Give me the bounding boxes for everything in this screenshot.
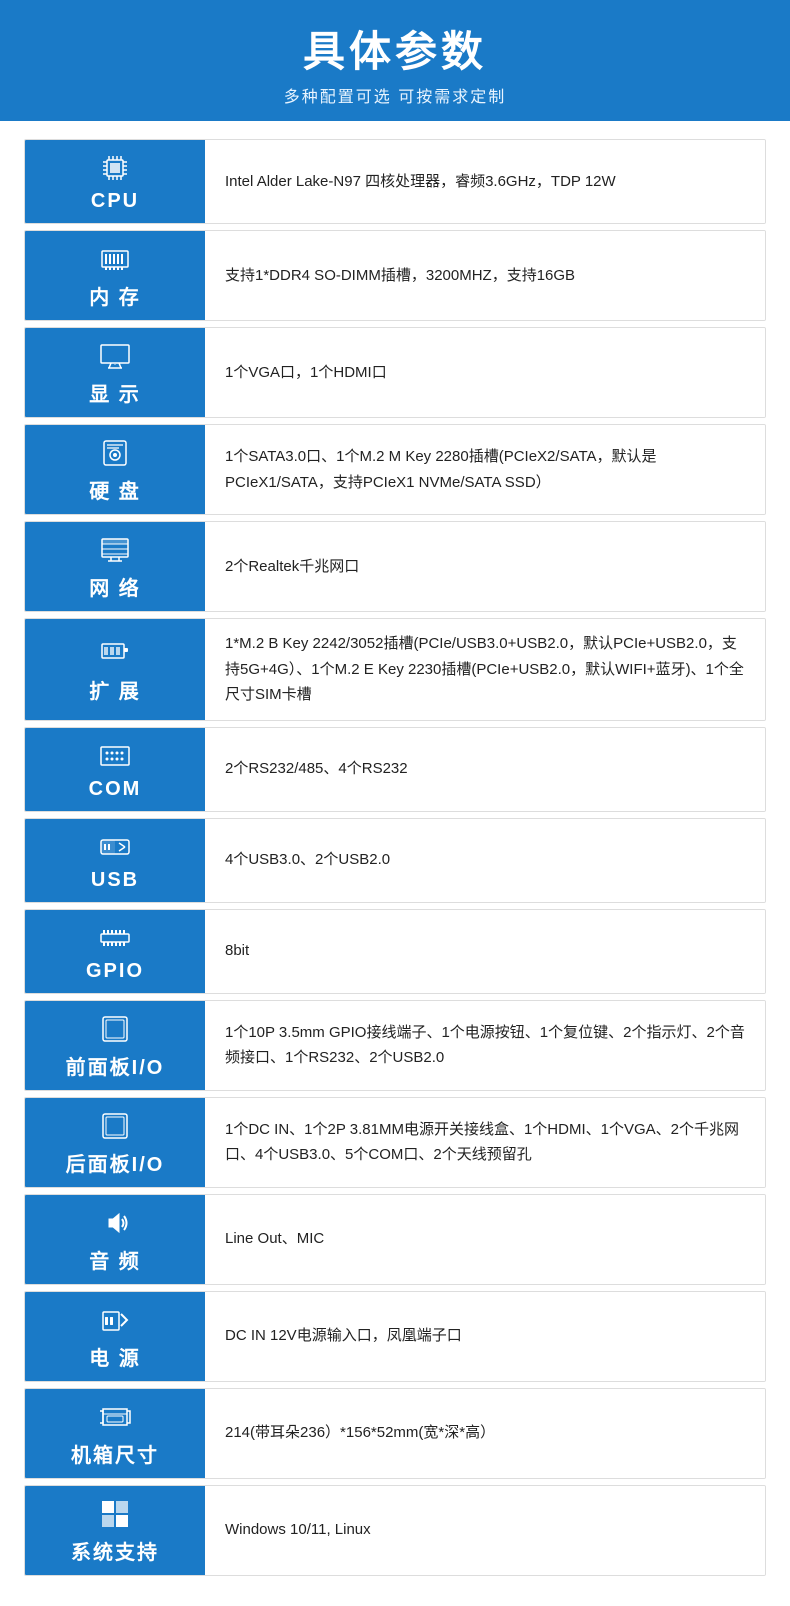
audio-icon [97,1205,133,1241]
spec-row-display: 显 示 1个VGA口，1个HDMI口 [24,327,766,418]
spec-name-usb: USB [91,869,139,892]
spec-row-memory: 内 存 支持1*DDR4 SO-DIMM插槽，3200MHZ，支持16GB [24,230,766,321]
spec-name-network: 网 络 [89,572,141,601]
spec-row-case-size: 机箱尺寸 214(带耳朵236）*156*52mm(宽*深*高） [24,1388,766,1479]
mem-icon [97,241,133,277]
spec-value-front-panel: 1个10P 3.5mm GPIO接线端子、1个电源按钮、1个复位键、2个指示灯、… [205,1001,765,1090]
header-subtitle: 多种配置可选 可按需求定制 [0,83,790,107]
spec-name-rear-panel: 后面板I/O [66,1148,165,1177]
spec-name-disk: 硬 盘 [89,475,141,504]
spec-row-power: 电 源 DC IN 12V电源输入口，凤凰端子口 [24,1291,766,1382]
spec-value-display: 1个VGA口，1个HDMI口 [205,328,765,417]
header: 具体参数 多种配置可选 可按需求定制 [0,0,790,121]
spec-label-memory: 内 存 [25,231,205,320]
spec-row-rear-panel: 后面板I/O 1个DC IN、1个2P 3.81MM电源开关接线盒、1个HDMI、… [24,1097,766,1188]
spec-name-os: 系统支持 [71,1536,159,1565]
spec-value-cpu: Intel Alder Lake-N97 四核处理器，睿频3.6GHz，TDP … [205,140,765,223]
disk-icon [97,435,133,471]
spec-value-rear-panel: 1个DC IN、1个2P 3.81MM电源开关接线盒、1个HDMI、1个VGA、… [205,1098,765,1187]
spec-row-com: COM 2个RS232/485、4个RS232 [24,727,766,812]
spec-label-com: COM [25,728,205,811]
header-title: 具体参数 [0,18,790,79]
spec-row-disk: 硬 盘 1个SATA3.0口、1个M.2 M Key 2280插槽(PCIeX2/… [24,424,766,515]
spec-label-cpu: CPU [25,140,205,223]
spec-row-front-panel: 前面板I/O 1个10P 3.5mm GPIO接线端子、1个电源按钮、1个复位键、… [24,1000,766,1091]
spec-value-network: 2个Realtek千兆网口 [205,522,765,611]
spec-row-expand: 扩 展 1*M.2 B Key 2242/3052插槽(PCIe/USB3.0+U… [24,618,766,721]
spec-name-case-size: 机箱尺寸 [71,1439,159,1468]
gpio-icon [97,920,133,956]
cpu-icon [97,150,133,186]
spec-name-expand: 扩 展 [89,675,141,704]
page-wrapper: 具体参数 多种配置可选 可按需求定制 CPU Intel Alder Lake-N… [0,0,790,1606]
spec-name-power: 电 源 [89,1342,141,1371]
spec-row-cpu: CPU Intel Alder Lake-N97 四核处理器，睿频3.6GHz，T… [24,139,766,224]
spec-value-expand: 1*M.2 B Key 2242/3052插槽(PCIe/USB3.0+USB2… [205,619,765,720]
spec-label-power: 电 源 [25,1292,205,1381]
spec-value-gpio: 8bit [205,910,765,993]
spec-label-expand: 扩 展 [25,619,205,720]
spec-value-com: 2个RS232/485、4个RS232 [205,728,765,811]
spec-value-memory: 支持1*DDR4 SO-DIMM插槽，3200MHZ，支持16GB [205,231,765,320]
rear-icon [97,1108,133,1144]
spec-label-case-size: 机箱尺寸 [25,1389,205,1478]
spec-name-front-panel: 前面板I/O [66,1051,165,1080]
display-icon [97,338,133,374]
spec-label-front-panel: 前面板I/O [25,1001,205,1090]
power-icon [97,1302,133,1338]
front-icon [97,1011,133,1047]
spec-label-network: 网 络 [25,522,205,611]
usb-icon [97,829,133,865]
spec-value-case-size: 214(带耳朵236）*156*52mm(宽*深*高） [205,1389,765,1478]
specs-container: CPU Intel Alder Lake-N97 四核处理器，睿频3.6GHz，T… [0,121,790,1606]
spec-label-rear-panel: 后面板I/O [25,1098,205,1187]
spec-value-disk: 1个SATA3.0口、1个M.2 M Key 2280插槽(PCIeX2/SAT… [205,425,765,514]
com-icon [97,738,133,774]
spec-value-audio: Line Out、MIC [205,1195,765,1284]
spec-value-os: Windows 10/11, Linux [205,1486,765,1575]
spec-row-network: 网 络 2个Realtek千兆网口 [24,521,766,612]
spec-label-gpio: GPIO [25,910,205,993]
spec-name-display: 显 示 [89,378,141,407]
spec-name-audio: 音 频 [89,1245,141,1274]
spec-label-usb: USB [25,819,205,902]
spec-row-audio: 音 频 Line Out、MIC [24,1194,766,1285]
spec-name-memory: 内 存 [89,281,141,310]
spec-row-gpio: GPIO 8bit [24,909,766,994]
spec-name-cpu: CPU [91,190,139,213]
spec-row-os: 系统支持 Windows 10/11, Linux [24,1485,766,1576]
network-icon [97,532,133,568]
expand-icon [97,635,133,671]
spec-name-com: COM [89,778,142,801]
spec-value-power: DC IN 12V电源输入口，凤凰端子口 [205,1292,765,1381]
spec-label-os: 系统支持 [25,1486,205,1575]
spec-name-gpio: GPIO [86,960,144,983]
spec-label-display: 显 示 [25,328,205,417]
spec-label-disk: 硬 盘 [25,425,205,514]
spec-row-usb: USB 4个USB3.0、2个USB2.0 [24,818,766,903]
spec-value-usb: 4个USB3.0、2个USB2.0 [205,819,765,902]
case-icon [97,1399,133,1435]
spec-label-audio: 音 频 [25,1195,205,1284]
os-icon [97,1496,133,1532]
